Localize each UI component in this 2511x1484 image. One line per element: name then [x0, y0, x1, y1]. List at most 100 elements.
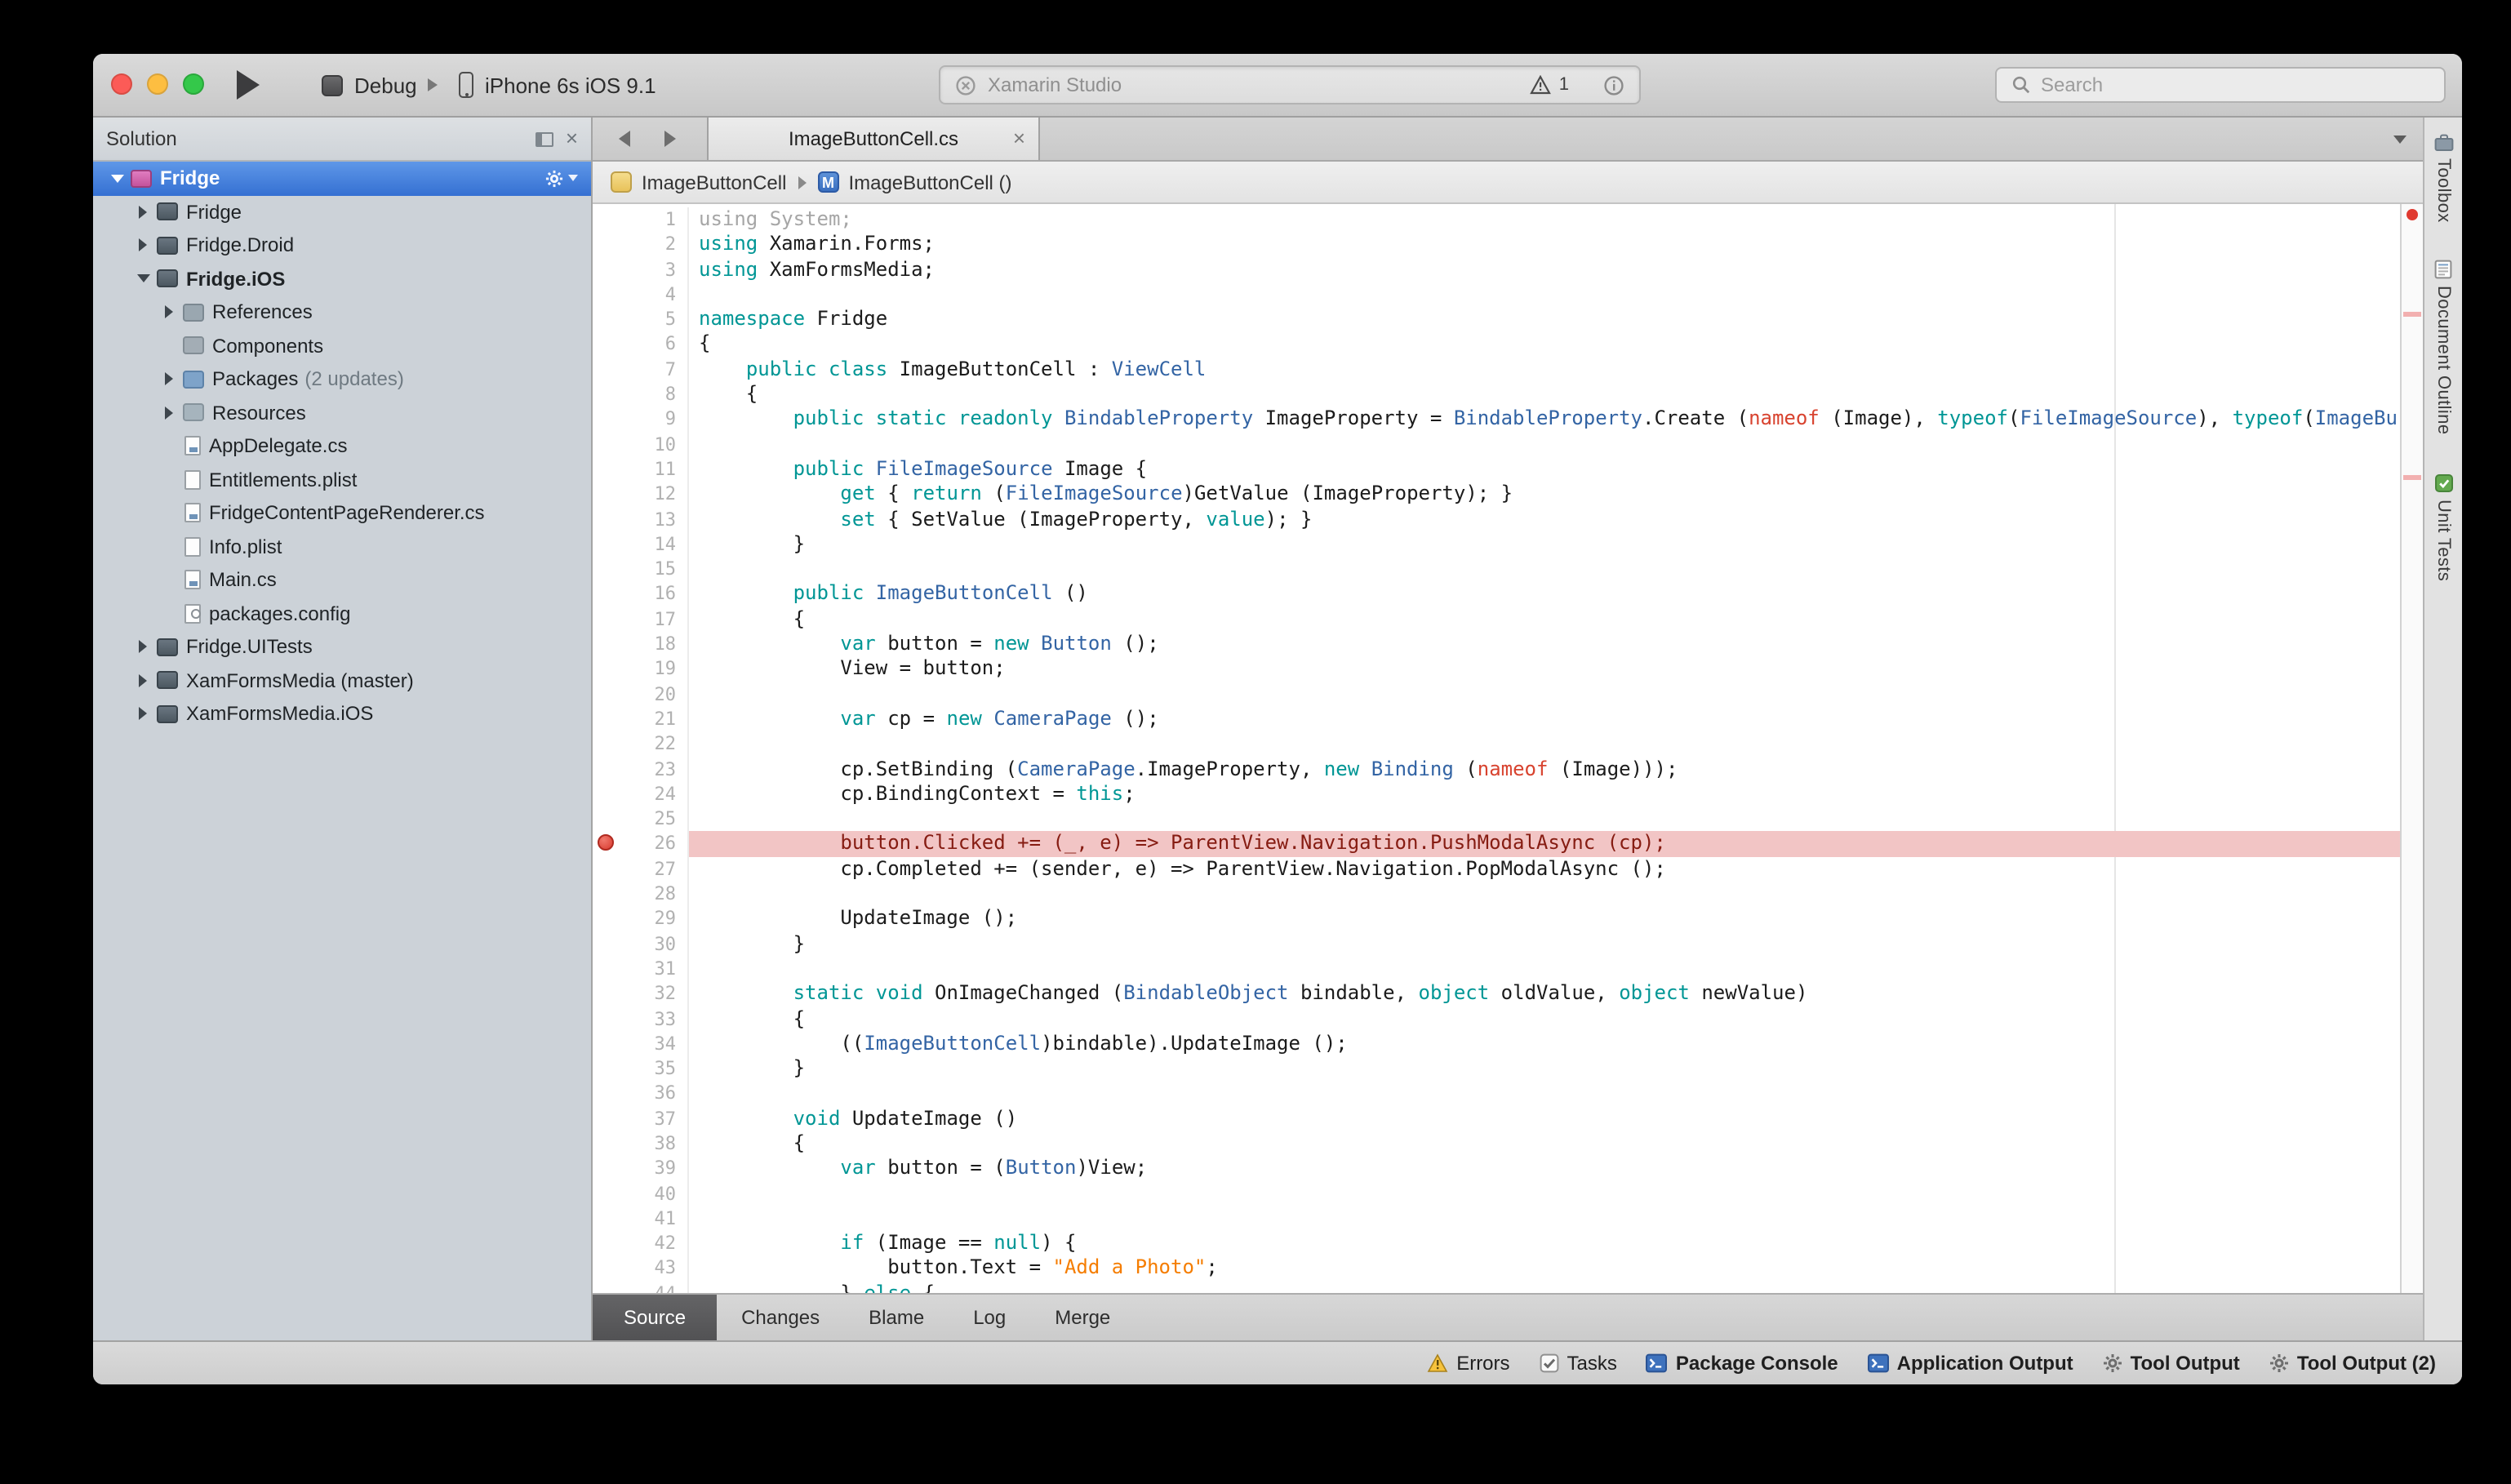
breakpoint-gutter[interactable] — [593, 1256, 620, 1282]
code-text[interactable]: cp.SetBinding (CameraPage.ImageProperty,… — [689, 757, 2400, 782]
breakpoint-gutter[interactable] — [593, 1181, 620, 1206]
breakpoint-icon[interactable] — [598, 835, 614, 851]
tab-imagebuttoncell[interactable]: ImageButtonCell.cs — [707, 118, 1040, 160]
code-text[interactable]: ((ImageButtonCell)bindable).UpdateImage … — [689, 1032, 2400, 1057]
breakpoint-gutter[interactable] — [593, 832, 620, 857]
breakpoint-gutter[interactable] — [593, 307, 620, 332]
code-text[interactable]: UpdateImage (); — [689, 907, 2400, 932]
info-icon[interactable] — [1603, 74, 1624, 96]
tree-item-xamformsmedia-master[interactable]: XamFormsMedia (master) — [93, 664, 591, 697]
breakpoint-gutter[interactable] — [593, 882, 620, 907]
status-item-application-output[interactable]: Application Output — [1868, 1352, 2073, 1375]
breakpoint-gutter[interactable] — [593, 1056, 620, 1082]
tree-item-main-cs[interactable]: Main.cs — [93, 563, 591, 597]
code-text[interactable]: { — [689, 332, 2400, 358]
overview-ruler[interactable] — [2400, 204, 2423, 1293]
code-text[interactable]: set { SetValue (ImageProperty, value); } — [689, 507, 2400, 532]
code-text[interactable]: button.Clicked += (_, e) => ParentView.N… — [689, 832, 2400, 857]
disclosure-right-icon[interactable] — [132, 630, 153, 664]
build-configuration-selector[interactable]: Debug — [322, 69, 438, 101]
breakpoint-gutter[interactable] — [593, 1082, 620, 1107]
navigate-back-button[interactable] — [612, 129, 635, 149]
tree-item-fridgecontentpagerenderer-cs[interactable]: FridgeContentPageRenderer.cs — [93, 496, 591, 530]
breakpoint-gutter[interactable] — [593, 806, 620, 832]
tree-item-components[interactable]: Components — [93, 329, 591, 362]
code-text[interactable] — [689, 1181, 2400, 1206]
breakpoint-gutter[interactable] — [593, 1157, 620, 1182]
disclosure-down-icon[interactable] — [106, 162, 127, 195]
breakpoint-gutter[interactable] — [593, 981, 620, 1006]
breakpoint-gutter[interactable] — [593, 407, 620, 433]
breakpoint-gutter[interactable] — [593, 607, 620, 633]
status-item-errors[interactable]: Errors — [1427, 1352, 1509, 1375]
code-text[interactable] — [689, 282, 2400, 308]
code-text[interactable]: if (Image == null) { — [689, 1231, 2400, 1256]
code-text[interactable]: void UpdateImage () — [689, 1106, 2400, 1131]
zoom-window-button[interactable] — [183, 73, 204, 95]
search-field[interactable]: Search — [1995, 67, 2446, 103]
breakpoint-gutter[interactable] — [593, 957, 620, 982]
tree-item-fridge-ios[interactable]: Fridge.iOS — [93, 262, 591, 295]
code-text[interactable] — [689, 432, 2400, 457]
code-text[interactable] — [689, 1082, 2400, 1107]
code-text[interactable]: } — [689, 1056, 2400, 1082]
code-text[interactable]: public FileImageSource Image { — [689, 457, 2400, 482]
breakpoint-gutter[interactable] — [593, 682, 620, 707]
code-text[interactable]: get { return (FileImageSource)GetValue (… — [689, 482, 2400, 508]
tree-item-packages-config[interactable]: packages.config — [93, 597, 591, 630]
status-item-tool-output[interactable]: Tool Output — [2103, 1352, 2240, 1375]
tree-item-resources[interactable]: Resources — [93, 396, 591, 429]
warning-icon[interactable] — [1530, 75, 1551, 95]
tree-item-fridge-droid[interactable]: Fridge.Droid — [93, 229, 591, 262]
code-text[interactable]: public class ImageButtonCell : ViewCell — [689, 358, 2400, 383]
run-button[interactable] — [237, 70, 279, 100]
breakpoint-gutter[interactable] — [593, 731, 620, 757]
breakpoint-gutter[interactable] — [593, 457, 620, 482]
code-text[interactable] — [689, 682, 2400, 707]
tree-item-fridge-uitests[interactable]: Fridge.UITests — [93, 630, 591, 664]
tool-tab-document-outline[interactable]: Document Outline — [2433, 260, 2453, 436]
tree-item-xamformsmedia-ios[interactable]: XamFormsMedia.iOS — [93, 697, 591, 731]
bottom-tab-changes[interactable]: Changes — [717, 1295, 844, 1340]
code-text[interactable]: var cp = new CameraPage (); — [689, 707, 2400, 732]
code-text[interactable]: var button = (Button)View; — [689, 1157, 2400, 1182]
disclosure-right-icon[interactable] — [158, 295, 180, 329]
bottom-tab-blame[interactable]: Blame — [844, 1295, 949, 1340]
breakpoint-gutter[interactable] — [593, 482, 620, 508]
code-text[interactable]: button.Text = "Add a Photo"; — [689, 1256, 2400, 1282]
breakpoint-gutter[interactable] — [593, 382, 620, 407]
breakpoint-gutter[interactable] — [593, 1231, 620, 1256]
breakpoint-gutter[interactable] — [593, 207, 620, 233]
disclosure-right-icon[interactable] — [132, 697, 153, 731]
code-text[interactable]: public ImageButtonCell () — [689, 582, 2400, 607]
close-tab-icon[interactable] — [1013, 129, 1025, 149]
status-item-tool-output-2[interactable]: Tool Output (2) — [2269, 1352, 2436, 1375]
code-text[interactable]: { — [689, 1006, 2400, 1032]
tree-item-fridge[interactable]: Fridge — [93, 195, 591, 229]
code-text[interactable]: { — [689, 607, 2400, 633]
close-window-button[interactable] — [111, 73, 132, 95]
code-text[interactable]: using System; — [689, 207, 2400, 233]
breakpoint-gutter[interactable] — [593, 931, 620, 957]
tree-item-info-plist[interactable]: Info.plist — [93, 530, 591, 563]
code-text[interactable]: cp.Completed += (sender, e) => ParentVie… — [689, 856, 2400, 882]
code-text[interactable]: } else { — [689, 1282, 2400, 1293]
disclosure-right-icon[interactable] — [158, 396, 180, 429]
breakpoint-gutter[interactable] — [593, 1106, 620, 1131]
disclosure-right-icon[interactable] — [158, 362, 180, 396]
navigate-forward-button[interactable] — [658, 129, 681, 149]
code-text[interactable] — [689, 557, 2400, 582]
breakpoint-gutter[interactable] — [593, 782, 620, 807]
breakpoint-gutter[interactable] — [593, 657, 620, 682]
breakpoint-gutter[interactable] — [593, 907, 620, 932]
breakpoint-gutter[interactable] — [593, 332, 620, 358]
tree-item-entitlements-plist[interactable]: Entitlements.plist — [93, 463, 591, 496]
row-options-gear-icon[interactable] — [545, 170, 591, 188]
breakpoint-gutter[interactable] — [593, 532, 620, 558]
breakpoint-gutter[interactable] — [593, 757, 620, 782]
breakpoint-gutter[interactable] — [593, 1282, 620, 1293]
breakpoint-gutter[interactable] — [593, 582, 620, 607]
code-text[interactable]: using Xamarin.Forms; — [689, 233, 2400, 258]
disclosure-right-icon[interactable] — [132, 195, 153, 229]
code-text[interactable]: using XamFormsMedia; — [689, 257, 2400, 282]
